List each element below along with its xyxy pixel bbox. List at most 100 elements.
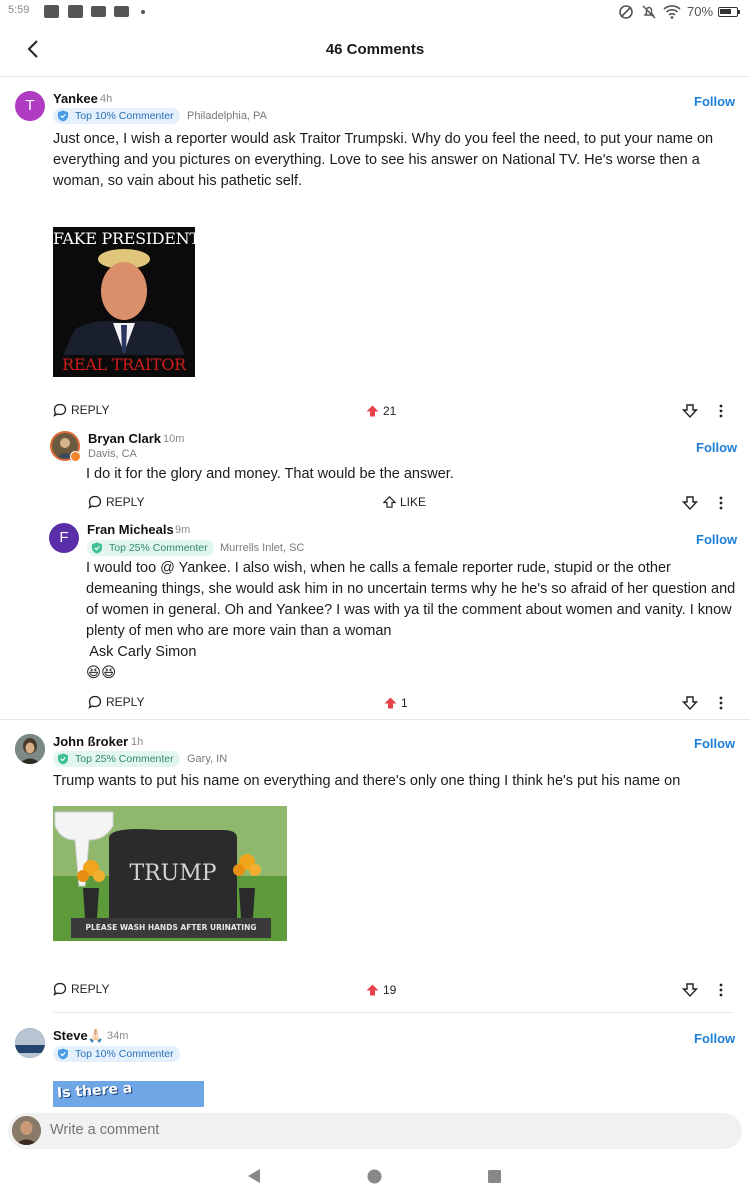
- page-title: 46 Comments: [325, 41, 425, 58]
- reply-button[interactable]: REPLY: [53, 403, 109, 417]
- avatar-status-dot: [70, 451, 81, 462]
- wifi-icon: [663, 5, 681, 19]
- follow-button[interactable]: Follow: [694, 94, 735, 109]
- commenter-name[interactable]: Bryan Clark: [88, 431, 161, 446]
- shield-icon: [92, 542, 102, 554]
- badge-label: Top 25% Commenter: [75, 753, 174, 765]
- comment-input[interactable]: [50, 1122, 690, 1138]
- badge-label: Top 25% Commenter: [109, 542, 208, 554]
- comment-text: Trump wants to put his name on everythin…: [53, 773, 681, 789]
- comment-emoji: 😆😆: [86, 665, 117, 681]
- commenter-badge: Top 10% Commenter: [53, 1046, 180, 1062]
- reply-icon: [53, 982, 67, 996]
- upvote-icon: [384, 697, 397, 709]
- comment-time: 4h: [100, 93, 113, 105]
- downvote-icon[interactable]: [682, 495, 698, 511]
- comment-paragraph: I would too @ Yankee. I also wish, when …: [86, 560, 736, 639]
- shield-icon: [58, 1048, 68, 1060]
- comment-paragraph: Ask Carly Simon: [86, 644, 197, 660]
- avatar[interactable]: [15, 734, 45, 764]
- nav-back-icon[interactable]: [246, 1168, 262, 1184]
- like-label: LIKE: [400, 495, 427, 509]
- comment-image[interactable]: Is there a: [53, 1081, 204, 1107]
- reply-label: REPLY: [106, 695, 145, 709]
- reply-icon: [88, 695, 102, 709]
- upvote-button[interactable]: 19: [366, 983, 396, 997]
- image-caption-top: FAKE PRESIDENT: [53, 229, 195, 248]
- headstone-caption: PLEASE WASH HANDS AFTER URINATING: [85, 923, 257, 932]
- status-time: 5:59: [8, 4, 30, 16]
- notification-icon: [44, 5, 59, 18]
- battery-icon: [718, 7, 738, 17]
- more-options-icon[interactable]: [716, 403, 726, 419]
- upvote-outline-icon: [382, 495, 397, 508]
- comment-time: 9m: [175, 524, 191, 536]
- badge-label: Top 10% Commenter: [75, 1048, 174, 1060]
- avatar[interactable]: F: [49, 523, 79, 553]
- vote-count: 21: [383, 404, 397, 418]
- reply-icon: [88, 495, 102, 509]
- headstone-text: TRUMP: [129, 861, 217, 886]
- divider: [53, 1012, 733, 1013]
- commenter-name[interactable]: John ßroker: [53, 734, 128, 749]
- commenter-location: Davis, CA: [88, 448, 137, 460]
- upvote-button[interactable]: 1: [384, 696, 408, 710]
- more-options-icon[interactable]: [716, 495, 726, 511]
- commenter-name[interactable]: Steve🙏🏻: [53, 1028, 104, 1044]
- comment-image[interactable]: TRUMP PLEASE WASH HANDS AFTER URINATING: [53, 806, 287, 941]
- more-options-icon[interactable]: [716, 695, 726, 711]
- notification-icon: [68, 5, 83, 18]
- like-button[interactable]: LIKE: [382, 495, 427, 509]
- commenter-location: Gary, IN: [187, 753, 228, 765]
- mute-icon: [642, 5, 656, 19]
- vote-count: 19: [383, 983, 397, 997]
- upvote-button[interactable]: 21: [366, 404, 396, 418]
- header: 46 Comments: [0, 24, 750, 77]
- status-bar: 5:59 70%: [0, 0, 750, 24]
- follow-button[interactable]: Follow: [694, 736, 735, 751]
- follow-button[interactable]: Follow: [696, 532, 737, 547]
- divider: [0, 719, 750, 720]
- do-not-disturb-icon: [619, 5, 633, 19]
- badge-label: Top 10% Commenter: [75, 110, 174, 122]
- commenter-name[interactable]: Yankee: [53, 91, 98, 106]
- downvote-icon[interactable]: [682, 403, 698, 419]
- reply-label: REPLY: [71, 982, 110, 996]
- commenter-badge: Top 25% Commenter: [53, 751, 180, 767]
- follow-button[interactable]: Follow: [696, 440, 737, 455]
- shield-icon: [58, 753, 68, 765]
- comment-time: 10m: [163, 433, 185, 445]
- mail-icon: [114, 6, 129, 17]
- shield-icon: [58, 110, 68, 122]
- upvote-icon: [366, 405, 379, 417]
- more-notifications-icon: [141, 10, 145, 14]
- avatar[interactable]: [15, 1028, 45, 1058]
- vote-count: 1: [401, 696, 408, 710]
- reply-button[interactable]: REPLY: [88, 695, 144, 709]
- downvote-icon[interactable]: [682, 695, 698, 711]
- nav-home-icon[interactable]: [367, 1169, 382, 1184]
- comment-time: 34m: [107, 1030, 129, 1042]
- comment-image[interactable]: FAKE PRESIDENT REAL TRAITOR: [53, 227, 195, 377]
- downvote-icon[interactable]: [682, 982, 698, 998]
- system-nav-bar: [0, 1152, 750, 1200]
- comment-text: Just once, I wish a reporter would ask T…: [53, 131, 714, 189]
- more-options-icon[interactable]: [716, 982, 726, 998]
- commenter-name[interactable]: Fran Micheals: [87, 522, 174, 537]
- reply-button[interactable]: REPLY: [53, 982, 109, 996]
- comment-text: I would too @ Yankee. I also wish, when …: [86, 558, 738, 684]
- comment-time: 1h: [131, 736, 144, 748]
- mail-icon: [91, 6, 106, 17]
- comment-composer[interactable]: [8, 1113, 742, 1149]
- portrait-illustration: [63, 249, 185, 355]
- current-user-avatar: [12, 1116, 41, 1145]
- nav-recents-icon[interactable]: [487, 1169, 502, 1184]
- reply-icon: [53, 403, 67, 417]
- commenter-badge: Top 25% Commenter: [87, 540, 214, 556]
- commenter-badge: Top 10% Commenter: [53, 108, 180, 124]
- avatar[interactable]: T: [15, 91, 45, 121]
- upvote-icon: [366, 984, 379, 996]
- commenter-location: Murrells Inlet, SC: [220, 542, 305, 554]
- reply-button[interactable]: REPLY: [88, 495, 144, 509]
- follow-button[interactable]: Follow: [694, 1031, 735, 1046]
